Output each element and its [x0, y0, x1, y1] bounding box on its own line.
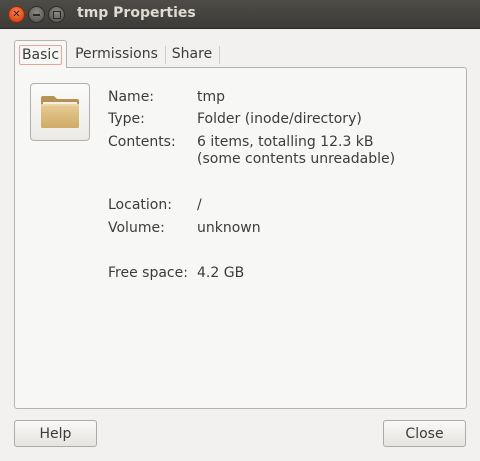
- location-value: /: [197, 197, 202, 213]
- type-value: Folder (inode/directory): [197, 111, 362, 127]
- tab-divider: [219, 46, 220, 64]
- help-button[interactable]: Help: [14, 420, 97, 447]
- tab-basic-label: Basic: [18, 44, 63, 65]
- free-space-label: Free space:: [108, 265, 188, 281]
- folder-icon: [41, 96, 79, 128]
- location-label: Location:: [108, 197, 172, 213]
- properties-dialog: ✕ tmp Properties Name: tmp Type: Folder …: [0, 0, 480, 461]
- contents-label: Contents:: [108, 134, 176, 150]
- folder-icon-button[interactable]: [30, 83, 90, 141]
- tab-page-basic: Name: tmp Type: Folder (inode/directory)…: [14, 67, 467, 409]
- contents-value-note: (some contents unreadable): [197, 151, 396, 167]
- tab-permissions[interactable]: Permissions: [68, 40, 165, 67]
- tab-permissions-label: Permissions: [75, 45, 158, 62]
- window-title: tmp Properties: [77, 5, 196, 21]
- window-close-icon[interactable]: ✕: [8, 6, 25, 23]
- tab-share-label: Share: [171, 45, 213, 62]
- tab-share[interactable]: Share: [166, 40, 218, 67]
- tab-basic[interactable]: Basic: [14, 40, 67, 68]
- name-label: Name:: [108, 89, 155, 105]
- volume-value: unknown: [197, 220, 261, 236]
- contents-value: 6 items, totalling 12.3 kB: [197, 134, 374, 150]
- window-maximize-icon[interactable]: [48, 6, 65, 23]
- type-label: Type:: [108, 111, 145, 127]
- name-value[interactable]: tmp: [197, 88, 225, 106]
- free-space-value: 4.2 GB: [197, 265, 245, 281]
- close-button[interactable]: Close: [383, 420, 466, 447]
- window-minimize-icon[interactable]: [28, 6, 45, 23]
- title-bar[interactable]: ✕ tmp Properties: [0, 0, 480, 29]
- volume-label: Volume:: [108, 220, 165, 236]
